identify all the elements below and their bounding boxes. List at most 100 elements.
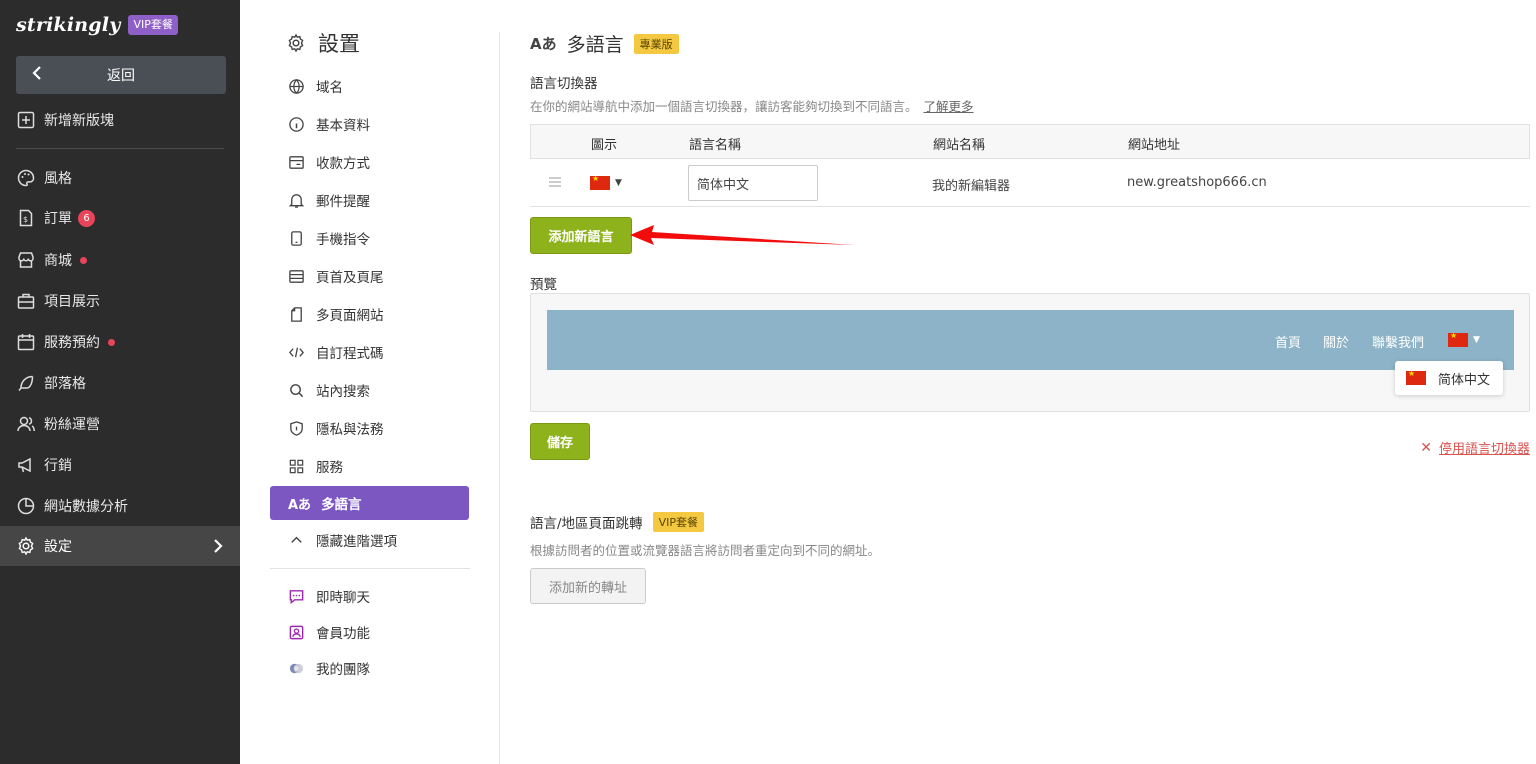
flag-selector[interactable]: ▼ [590, 174, 622, 190]
plus-square-icon [17, 111, 35, 129]
add-redirect-button[interactable]: 添加新的轉址 [530, 568, 646, 604]
sidebar-item-label: 行銷 [44, 458, 72, 474]
nav-item-hide-advanced[interactable]: 隱藏進階選項 [270, 523, 469, 557]
sidebar-item-label: 服務預約 [44, 335, 100, 351]
pie-chart-icon [17, 497, 35, 515]
nav-item-label: 頁首及頁尾 [316, 270, 384, 286]
sidebar-item-fans[interactable]: 粉絲運營 [16, 411, 100, 437]
switcher-description: 在你的網站導航中添加一個語言切換器，讓訪客能夠切換到不同語言。 了解更多 [530, 96, 974, 115]
redirect-label-row: 語言/地區頁面跳轉 VIP套餐 [530, 512, 704, 532]
strikingly-logo[interactable]: strikingly [16, 14, 120, 36]
sidebar-item-marketing[interactable]: 行銷 [16, 452, 72, 478]
add-section-button[interactable]: 新增新版塊 [16, 107, 114, 133]
nav-item-mobile[interactable]: 手機指令 [270, 221, 469, 255]
disable-switcher-label: 停用語言切換器 [1438, 442, 1530, 457]
chevron-left-icon [32, 66, 41, 80]
sidebar-item-settings[interactable]: 設定 [0, 526, 240, 566]
site-name-cell: 我的新編辑器 [932, 179, 1011, 194]
pages-icon [291, 306, 302, 322]
sidebar-item-booking[interactable]: 服務預約 [16, 329, 115, 355]
drag-handle-icon[interactable] [548, 175, 562, 189]
page-header: Aあ 多語言 專業版 [530, 30, 679, 57]
bell-icon [288, 193, 305, 208]
nav-item-live-chat[interactable]: 即時聊天 [270, 579, 469, 613]
learn-more-link[interactable]: 了解更多 [924, 99, 974, 114]
chevron-right-icon [214, 539, 223, 553]
shield-icon [290, 420, 303, 436]
globe-icon [289, 78, 304, 94]
back-button-label: 返回 [107, 68, 135, 84]
sidebar-item-label: 網站數據分析 [44, 499, 128, 515]
wallet-icon [289, 155, 304, 169]
column-header: 網站地址 [1128, 138, 1181, 153]
sidebar-item-blog[interactable]: 部落格 [16, 370, 86, 396]
caret-down-icon: ▼ [1473, 335, 1480, 345]
sidebar-item-label: 風格 [44, 171, 72, 187]
preview-nav-link: 關於 [1323, 336, 1350, 351]
sidebar-item-analytics[interactable]: 網站數據分析 [16, 493, 128, 519]
nav-item-label: 我的團隊 [316, 662, 370, 678]
caret-down-icon: ▼ [615, 178, 622, 188]
briefcase-icon [17, 293, 35, 309]
sidebar-item-style[interactable]: 風格 [16, 165, 72, 191]
nav-item-domain[interactable]: 域名 [270, 69, 469, 103]
nav-item-multilingual[interactable]: Aあ 多語言 [270, 486, 469, 520]
add-language-button[interactable]: 添加新語言 [530, 217, 632, 254]
nav-item-multi-page[interactable]: 多頁面網站 [270, 297, 469, 331]
nav-item-label: 自訂程式碼 [316, 346, 384, 362]
sidebar-item-label: 部落格 [44, 376, 86, 392]
nav-item-label: 域名 [316, 80, 343, 96]
preview-navbar: 首頁 關於 聯繫我們 ▼ [547, 310, 1514, 370]
nav-item-site-search[interactable]: 站內搜索 [270, 373, 469, 407]
nav-item-label: 基本資料 [316, 118, 370, 134]
nav-item-label: 多語言 [321, 497, 362, 513]
back-button[interactable]: 返回 [16, 56, 226, 94]
member-icon [289, 625, 304, 639]
nav-item-basic-info[interactable]: 基本資料 [270, 107, 469, 141]
preview-label: 預覽 [530, 277, 557, 293]
language-table: 圖示 語言名稱 網站名稱 網站地址 ▼ 我的新編辑器 new.greatshop… [530, 124, 1530, 207]
table-row: ▼ 我的新編辑器 new.greatshop666.cn [530, 159, 1530, 207]
nav-item-custom-code[interactable]: 自訂程式碼 [270, 335, 469, 369]
save-button[interactable]: 儲存 [530, 423, 590, 460]
nav-item-label: 郵件提醒 [316, 194, 370, 210]
language-icon: Aあ [288, 497, 312, 513]
sidebar-item-portfolio[interactable]: 項目展示 [16, 288, 100, 314]
cn-flag-icon [590, 174, 610, 190]
nav-item-team[interactable]: 我的團隊 [270, 651, 469, 685]
nav-item-payment[interactable]: 收款方式 [270, 145, 469, 179]
orders-count-badge: 6 [78, 209, 95, 227]
column-header: 語言名稱 [689, 138, 742, 153]
users-icon [17, 416, 35, 432]
sidebar-item-store[interactable]: 商城 [16, 247, 87, 273]
nav-item-header-footer[interactable]: 頁首及頁尾 [270, 259, 469, 293]
sidebar-divider [16, 148, 224, 149]
logo-row: strikingly VIP套餐 [16, 14, 178, 36]
cn-flag-icon [1448, 331, 1468, 347]
nav-item-privacy[interactable]: 隱私與法務 [270, 411, 469, 445]
nav-item-label: 站內搜索 [316, 384, 370, 400]
sidebar-item-orders[interactable]: $ 訂單 6 [16, 205, 95, 231]
code-icon [289, 347, 304, 357]
nav-item-services[interactable]: 服務 [270, 449, 469, 483]
grid-icon [289, 459, 304, 473]
nav-item-email-alerts[interactable]: 郵件提醒 [270, 183, 469, 217]
dropdown-option: 简体中文 [1438, 372, 1491, 388]
phone-icon [291, 230, 302, 246]
disable-switcher-link[interactable]: ✕ 停用語言切換器 [1420, 438, 1530, 458]
language-name-input[interactable] [688, 165, 818, 201]
nav-divider [270, 568, 470, 569]
settings-title-text: 設置 [318, 32, 360, 56]
page-title: 多語言 [566, 34, 624, 56]
preview-language-dropdown: 简体中文 [1395, 361, 1503, 395]
notification-dot [80, 256, 87, 264]
nav-item-label: 服務 [316, 460, 343, 476]
preview-box: 首頁 關於 聯繫我們 ▼ 简体中文 [530, 293, 1530, 412]
sidebar-item-label: 粉絲運營 [44, 417, 100, 433]
sidebar-item-label: 設定 [44, 539, 72, 555]
team-icon [289, 663, 304, 673]
nav-item-membership[interactable]: 會員功能 [270, 615, 469, 649]
preview-language-switcher: ▼ [1448, 331, 1480, 347]
switcher-description-text: 在你的網站導航中添加一個語言切換器，讓訪客能夠切換到不同語言。 [530, 99, 918, 114]
nav-item-label: 隱私與法務 [316, 422, 384, 438]
